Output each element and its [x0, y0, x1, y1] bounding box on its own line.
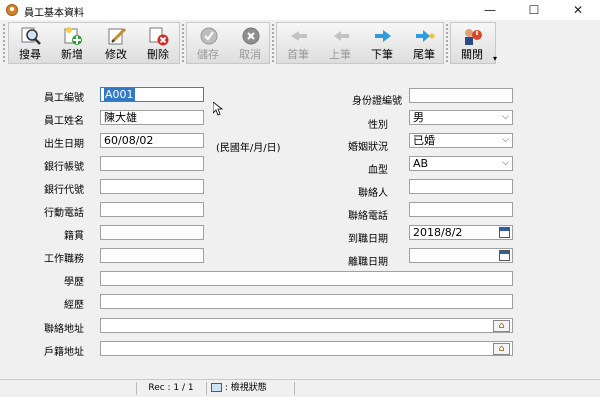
search-button[interactable]: 搜尋 [9, 23, 51, 63]
next-record-button[interactable]: 下筆 [361, 23, 403, 63]
cancel-button[interactable]: 取消 [229, 23, 271, 63]
marital-status-select[interactable]: 已婚 ⌵ [409, 133, 513, 148]
blood-type-select[interactable]: AB ⌵ [409, 156, 513, 171]
id-number-label: 身份證編號 [352, 96, 402, 107]
toolbar: 搜尋 新增 修改 刪除 儲存 取消 首筆 上筆 下筆 尾筆 關閉 ▾ [0, 20, 600, 67]
emp-name-field[interactable]: 陳大雄 [100, 110, 204, 125]
leave-date-field[interactable] [409, 248, 513, 263]
registered-address-label: 戶籍地址 [44, 347, 84, 358]
experience-label: 經歷 [64, 300, 84, 311]
birth-date-label: 出生日期 [44, 139, 84, 150]
birth-date-field[interactable]: 60/08/02 [100, 133, 204, 148]
form-icon [211, 383, 222, 392]
emp-no-field[interactable]: A001 [100, 87, 204, 102]
origin-label: 籍貫 [64, 231, 84, 242]
chevron-down-icon: ⌵ [502, 158, 509, 168]
toolbar-group-exit: 關閉 [450, 22, 496, 64]
contact-address-field[interactable]: ⌂ [100, 318, 513, 333]
marital-status-label: 婚姻狀況 [348, 142, 388, 153]
experience-field[interactable] [100, 294, 513, 309]
mode-status: : 檢視狀態 [206, 382, 297, 395]
minimize-button[interactable]: — [468, 0, 512, 20]
add-button[interactable]: 新增 [51, 23, 93, 63]
last-arrow-icon [416, 30, 435, 42]
app-icon [6, 4, 18, 16]
toolbar-overflow-icon[interactable]: ▾ [493, 54, 497, 63]
chevron-down-icon: ⌵ [502, 112, 509, 122]
status-bar: Rec : 1 / 1 : 檢視狀態 [0, 379, 600, 397]
toolbar-group-nav: 首筆 上筆 下筆 尾筆 [276, 22, 444, 64]
first-record-button[interactable]: 首筆 [277, 23, 319, 63]
prev-record-button[interactable]: 上筆 [319, 23, 361, 63]
mouse-cursor-icon [213, 102, 223, 116]
record-counter: Rec : 1 / 1 [136, 382, 205, 395]
contact-phone-field[interactable] [409, 202, 513, 217]
delete-button[interactable]: 刪除 [137, 23, 179, 63]
exit-icon [465, 29, 482, 45]
bank-code-label: 銀行代號 [44, 185, 84, 196]
toolbar-group-save: 儲存 取消 [186, 22, 270, 64]
first-arrow-icon [291, 31, 307, 41]
prev-arrow-icon [334, 31, 349, 41]
gender-select[interactable]: 男 ⌵ [409, 110, 513, 125]
education-field[interactable] [100, 271, 513, 286]
save-button[interactable]: 儲存 [187, 23, 229, 63]
bank-code-field[interactable] [100, 179, 204, 194]
close-form-button[interactable]: 關閉 [451, 23, 493, 63]
contact-phone-label: 聯絡電話 [348, 211, 388, 222]
birth-date-hint: (民國年/月/日) [216, 143, 281, 154]
next-arrow-icon [375, 30, 391, 42]
window-title: 員工基本資料 [24, 8, 84, 19]
calendar-icon[interactable] [499, 250, 510, 261]
toolbar-group-edit: 搜尋 新增 修改 刪除 [8, 22, 180, 64]
hire-date-label: 到職日期 [348, 234, 388, 245]
leave-date-label: 離職日期 [348, 257, 388, 268]
blood-type-label: 血型 [368, 165, 388, 176]
bank-account-label: 銀行帳號 [44, 162, 84, 173]
home-icon[interactable]: ⌂ [493, 343, 510, 355]
gender-label: 性別 [368, 120, 388, 131]
registered-address-field[interactable]: ⌂ [100, 341, 513, 356]
edit-button[interactable]: 修改 [95, 23, 137, 63]
origin-field[interactable] [100, 225, 204, 240]
close-window-button[interactable]: ✕ [556, 0, 600, 20]
id-number-field[interactable] [409, 88, 513, 103]
mobile-label: 行動電話 [44, 208, 84, 219]
education-label: 學歷 [64, 277, 84, 288]
chevron-down-icon: ⌵ [502, 135, 509, 145]
delete-icon [149, 27, 169, 46]
bank-account-field[interactable] [100, 156, 204, 171]
edit-icon [108, 27, 127, 45]
hire-date-field[interactable]: 2018/8/2 [409, 225, 513, 240]
maximize-button[interactable]: ☐ [512, 0, 556, 20]
last-record-button[interactable]: 尾筆 [403, 23, 445, 63]
emp-no-label: 員工編號 [44, 93, 84, 104]
add-icon [64, 27, 82, 45]
title-bar: 員工基本資料 — ☐ ✕ [0, 0, 600, 21]
status-divider [294, 382, 296, 395]
contact-address-label: 聯絡地址 [44, 324, 84, 335]
calendar-icon[interactable] [499, 227, 510, 238]
cancel-icon [242, 27, 260, 45]
contact-person-field[interactable] [409, 179, 513, 194]
home-icon[interactable]: ⌂ [493, 320, 510, 332]
emp-name-label: 員工姓名 [44, 116, 84, 127]
job-title-field[interactable] [100, 248, 204, 263]
check-icon [200, 27, 218, 45]
search-icon [21, 27, 41, 45]
job-title-label: 工作職務 [44, 254, 84, 265]
mobile-field[interactable] [100, 202, 204, 217]
contact-person-label: 聯絡人 [358, 188, 388, 199]
